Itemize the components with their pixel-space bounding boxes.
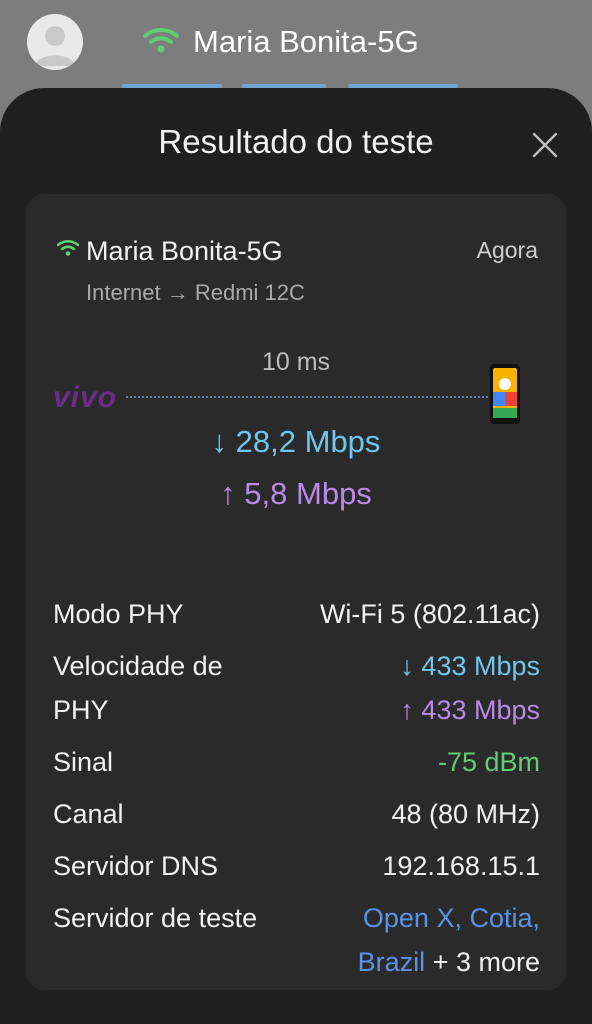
result-route: Internet → Redmi 12C — [86, 280, 305, 305]
channel-value: 48 (80 MHz) — [391, 799, 540, 829]
test-server-label: Servidor de teste — [53, 903, 258, 933]
wifi-icon — [143, 27, 179, 55]
test-server-link[interactable]: Open X, Cotia, — [363, 903, 540, 933]
phy-speed-label: Velocidade de PHY — [53, 644, 223, 732]
phy-speed-label-line2: PHY — [53, 695, 109, 725]
signal-value: -75 dBm — [437, 747, 540, 777]
user-avatar-icon[interactable] — [27, 14, 83, 70]
test-server-value: Open X, Cotia, Brazil + 3 more — [358, 896, 540, 984]
top-bar: Maria Bonita-5G — [0, 0, 592, 90]
test-server-more[interactable]: + 3 more — [425, 947, 540, 977]
phone-device-icon — [488, 362, 522, 426]
phy-speed-label-line1: Velocidade de — [53, 651, 223, 681]
result-network-name: Maria Bonita-5G — [86, 236, 283, 266]
detail-row-channel: Canal 48 (80 MHz) — [53, 792, 540, 836]
test-result-dialog: Resultado do teste Maria Bonita-5G Agora… — [0, 88, 592, 1024]
test-server-link-country[interactable]: Brazil — [358, 947, 426, 977]
latency-value: 10 ms — [261, 348, 331, 376]
wifi-icon — [56, 239, 80, 257]
network-name[interactable]: Maria Bonita-5G — [193, 22, 419, 62]
dns-value: 192.168.15.1 — [382, 851, 540, 881]
result-card: Maria Bonita-5G Agora Internet → Redmi 1… — [26, 194, 566, 990]
detail-row-signal: Sinal -75 dBm — [53, 740, 540, 784]
phy-speed-down: ↓ 433 Mbps — [400, 651, 540, 681]
dns-label: Servidor DNS — [53, 851, 219, 881]
phy-mode-value: Wi-Fi 5 (802.11ac) — [319, 599, 540, 629]
phy-speed-up: ↑ 433 Mbps — [400, 695, 540, 725]
phy-speed-value: ↓ 433 Mbps ↑ 433 Mbps — [400, 644, 540, 732]
detail-row-phy-mode: Modo PHY Wi-Fi 5 (802.11ac) — [53, 592, 540, 636]
details-list: Modo PHY Wi-Fi 5 (802.11ac) Velocidade d… — [53, 592, 540, 984]
dialog-title: Resultado do teste — [158, 123, 434, 160]
download-speed: ↓ 28,2 Mbps — [211, 424, 381, 459]
phy-mode-label: Modo PHY — [53, 599, 184, 629]
upload-speed: ↑ 5,8 Mbps — [220, 476, 372, 511]
channel-label: Canal — [53, 799, 124, 829]
signal-label: Sinal — [53, 747, 114, 777]
detail-row-test-server: Servidor de teste Open X, Cotia, Brazil … — [53, 896, 540, 984]
close-icon[interactable] — [528, 128, 562, 162]
detail-row-phy-speed: Velocidade de PHY ↓ 433 Mbps ↑ 433 Mbps — [53, 644, 540, 732]
connection-line — [126, 396, 492, 398]
detail-row-dns: Servidor DNS 192.168.15.1 — [53, 844, 540, 888]
result-timestamp: Agora — [476, 237, 538, 263]
isp-logo: vivo — [53, 381, 118, 414]
